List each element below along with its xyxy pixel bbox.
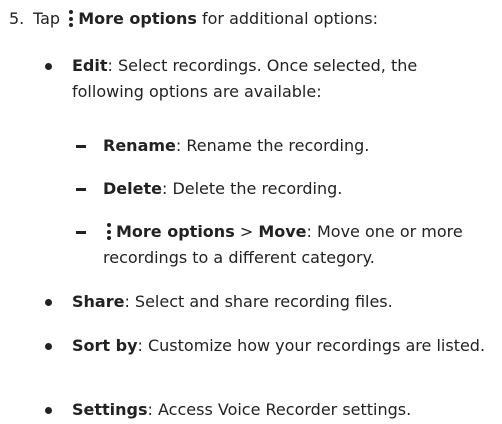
bullet-settings: Settings: Access Voice Recorder settings…	[45, 397, 492, 423]
bullet-share: Share: Select and share recording files.	[45, 289, 492, 315]
bullet-dot	[45, 63, 52, 70]
bullet-text: : Access Voice Recorder settings.	[147, 400, 412, 419]
sub-dash	[76, 231, 86, 234]
more-options-icon	[68, 10, 74, 27]
step-suffix: for additional options:	[202, 9, 378, 28]
sub-dash	[76, 188, 86, 191]
bullet-text: : Customize how your recordings are list…	[137, 336, 486, 355]
sub-term: More options	[116, 222, 235, 241]
menu-separator: >	[239, 222, 254, 241]
bullet-term: Settings	[72, 400, 148, 419]
sub-text: : Rename the recording.	[175, 136, 370, 155]
bullet-dot	[45, 343, 52, 350]
more-options-label: More options	[78, 9, 197, 28]
bullet-text: : Select and share recording files.	[124, 292, 393, 311]
sub-term: Rename	[103, 136, 176, 155]
sub-item-more-options-move: More options > Move: Move one or more re…	[76, 219, 498, 271]
bullet-sort-by: Sort by: Customize how your recordings a…	[45, 333, 492, 359]
sub-term-move: Move	[258, 222, 307, 241]
step-prefix: Tap	[33, 9, 61, 28]
sub-item-delete: Delete: Delete the recording.	[76, 176, 498, 202]
bullet-edit: Edit: Select recordings. Once selected, …	[45, 53, 492, 105]
sub-dash	[76, 145, 86, 148]
bullet-text: : Select recordings. Once selected, the …	[72, 56, 418, 101]
bullet-term: Share	[72, 292, 125, 311]
bullet-dot	[45, 299, 52, 306]
sub-text: : Delete the recording.	[161, 179, 343, 198]
step-number: 5.	[9, 9, 25, 28]
sub-item-rename: Rename: Rename the recording.	[76, 133, 498, 159]
more-options-icon	[106, 223, 112, 240]
bullet-term: Edit	[72, 56, 108, 75]
bullet-dot	[45, 407, 52, 414]
step-5-line: 5. Tap More options for additional option…	[9, 8, 378, 30]
bullet-term: Sort by	[72, 336, 138, 355]
sub-term: Delete	[103, 179, 162, 198]
